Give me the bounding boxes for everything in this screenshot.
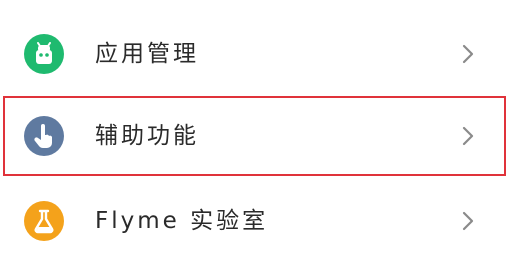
settings-item-flyme-lab[interactable]: Flyme 实验室 [0,181,519,261]
settings-item-label: Flyme 实验室 [95,208,269,234]
settings-item-app-management[interactable]: 应用管理 [0,14,519,94]
settings-item-label: 辅助功能 [95,123,199,149]
app-management-icon [24,34,64,74]
settings-list: 应用管理 辅助功能 Flyme 实验室 [0,0,519,261]
accessibility-icon [24,116,64,156]
chevron-right-icon [454,40,482,68]
chevron-right-icon [454,122,482,150]
settings-item-label: 应用管理 [95,41,199,67]
settings-item-accessibility[interactable]: 辅助功能 [0,96,519,176]
chevron-right-icon [454,207,482,235]
lab-flask-icon [24,201,64,241]
